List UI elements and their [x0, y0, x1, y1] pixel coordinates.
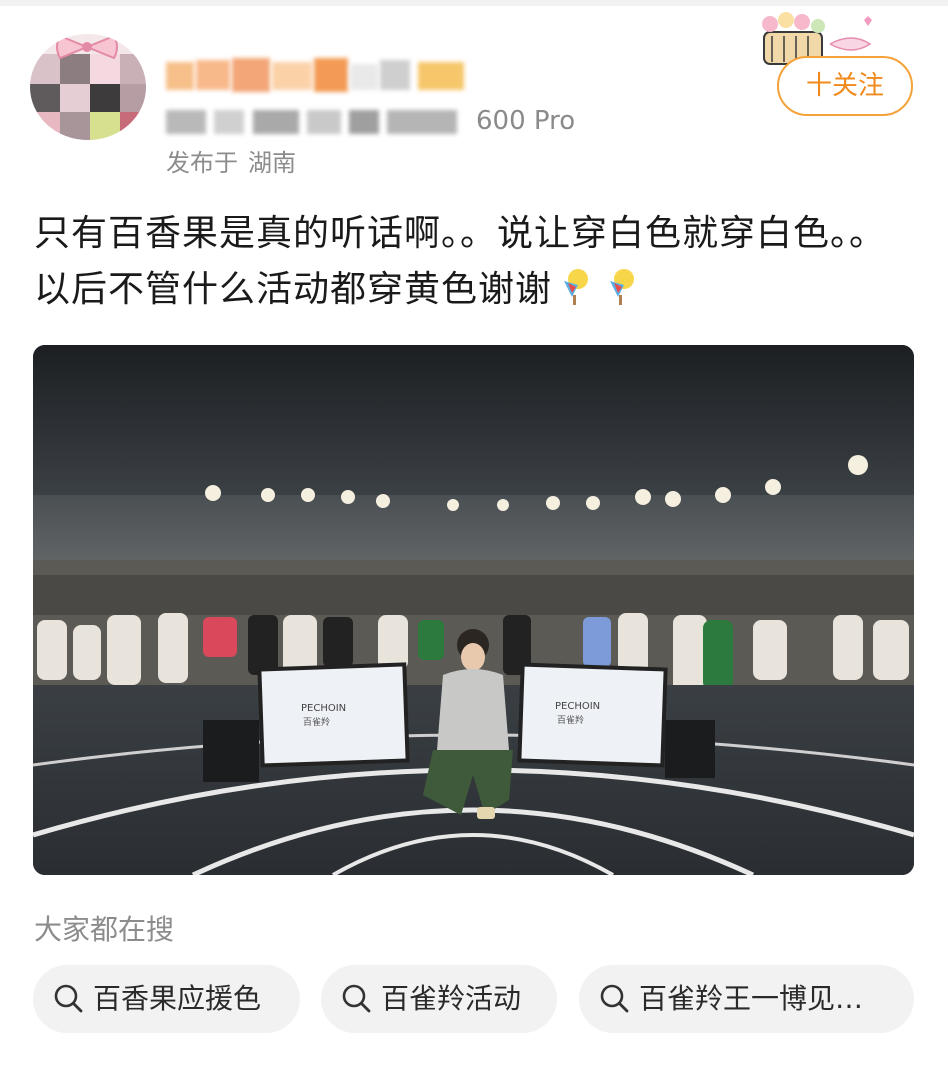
search-section-title: 大家都在搜: [34, 913, 175, 946]
username[interactable]: [166, 56, 476, 94]
search-chip-label: 百雀羚王一博见…: [639, 982, 864, 1015]
post-text: 只有百香果是真的听话啊。。说让穿白色就穿白色。。以后不管什么活动都穿黄色谢谢: [34, 206, 914, 318]
search-chip-2[interactable]: 百雀羚活动: [321, 965, 557, 1033]
screen-brand-left: PECHOIN: [301, 703, 346, 714]
search-chip-1[interactable]: 百香果应援色: [33, 965, 300, 1033]
follow-button[interactable]: 十关注: [777, 56, 913, 116]
search-icon: [54, 984, 83, 1013]
device-info: 600 Pro: [166, 103, 596, 139]
search-chip-label: 百香果应援色: [93, 982, 262, 1015]
top-divider: [0, 0, 948, 6]
avatar[interactable]: [30, 34, 146, 140]
popsicle-icon: [564, 269, 589, 305]
published-label: 发布于: [166, 149, 238, 177]
screen-brand-right: PECHOIN: [555, 701, 600, 712]
screen-sub-left: 百雀羚: [303, 716, 330, 728]
screen-sub-right: 百雀羚: [557, 714, 584, 726]
bow-decoration-icon: [56, 34, 118, 60]
event-photo-illustration: PECHOIN 百雀羚 PECHOIN 百雀羚: [33, 345, 914, 875]
search-chip-label: 百雀羚活动: [381, 982, 522, 1015]
popsicle-icon: [610, 269, 635, 305]
post-body: 只有百香果是真的听话啊。。说让穿白色就穿白色。。以后不管什么活动都穿黄色谢谢: [34, 213, 887, 310]
search-chip-3[interactable]: 百雀羚王一博见…: [579, 965, 914, 1033]
search-icon: [342, 984, 371, 1013]
device-model-suffix: 600 Pro: [476, 106, 576, 136]
search-icon: [600, 984, 629, 1013]
post-photo[interactable]: PECHOIN 百雀羚 PECHOIN 百雀羚: [33, 345, 914, 875]
location-label: 湖南: [248, 149, 296, 177]
publish-meta: 发布于 湖南: [166, 146, 306, 180]
